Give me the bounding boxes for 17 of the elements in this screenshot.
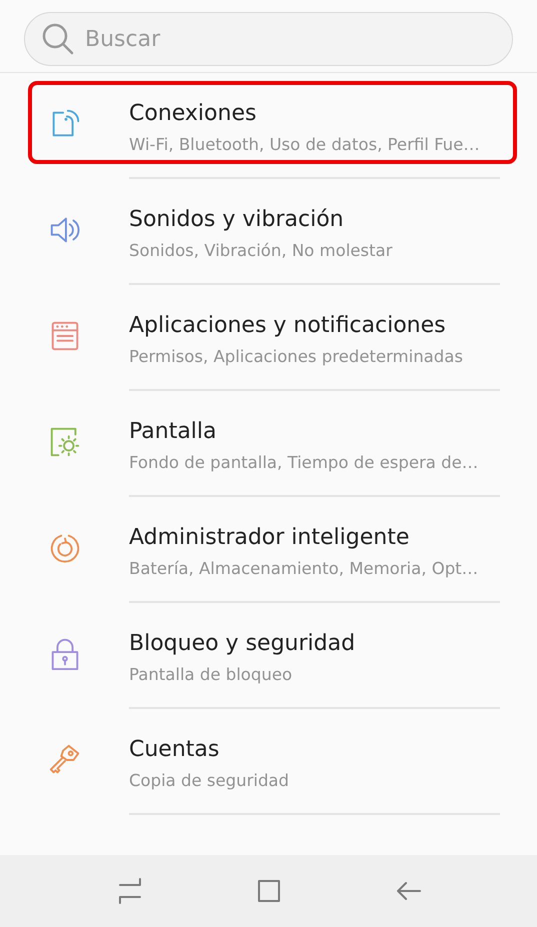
setting-title[interactable]: Administrador inteligente (129, 525, 410, 550)
search-icon (41, 22, 75, 56)
setting-summary: Wi-Fi, Bluetooth, Uso de datos, Perfil Fue… (129, 135, 480, 154)
setting-summary: Copia de seguridad (129, 771, 290, 790)
setting-title[interactable]: Aplicaciones y notificaciones (129, 313, 446, 338)
setting-title[interactable]: Cuentas (129, 737, 220, 762)
setting-summary: Permisos, Aplicaciones predeterminadas (129, 347, 463, 366)
setting-title[interactable]: Conexiones (129, 101, 256, 126)
setting-summary: Pantalla de bloqueo (129, 665, 292, 684)
setting-summary: Sonidos, Vibración, No molestar (129, 241, 392, 260)
setting-title[interactable]: Sonidos y vibración (129, 207, 344, 232)
search-bar[interactable]: Buscar (24, 12, 513, 66)
setting-summary: Fondo de pantalla, Tiempo de espera de… (129, 453, 478, 472)
setting-title[interactable]: Bloqueo y seguridad (129, 631, 356, 656)
setting-title[interactable]: Pantalla (129, 419, 217, 444)
setting-summary: Batería, Almacenamiento, Memoria, Opt… (129, 559, 478, 578)
search-field[interactable]: Buscar (85, 26, 496, 52)
